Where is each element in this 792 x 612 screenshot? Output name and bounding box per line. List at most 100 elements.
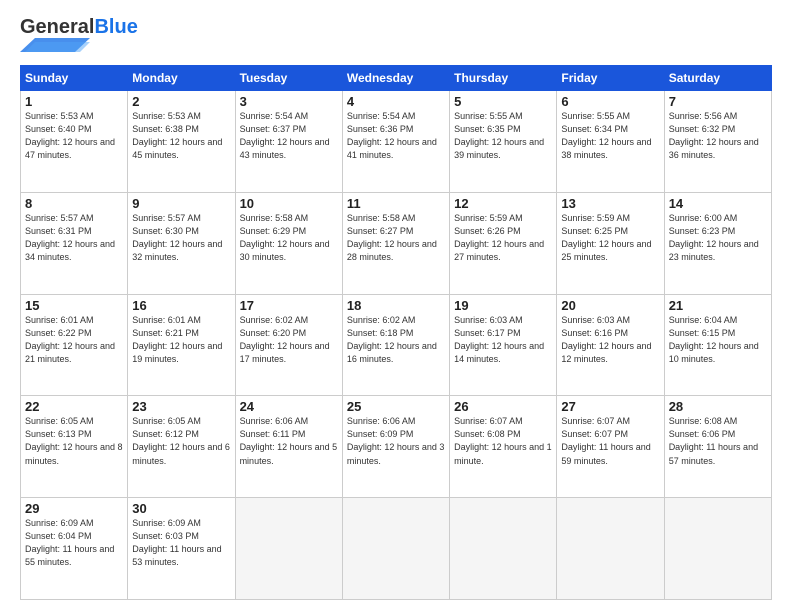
logo-icon <box>20 38 90 52</box>
calendar-cell: 27Sunrise: 6:07 AMSunset: 6:07 PMDayligh… <box>557 396 664 498</box>
day-number: 27 <box>561 399 659 414</box>
day-number: 11 <box>347 196 445 211</box>
day-info: Sunrise: 5:55 AMSunset: 6:35 PMDaylight:… <box>454 110 552 162</box>
calendar-cell <box>664 498 771 600</box>
calendar-cell: 22Sunrise: 6:05 AMSunset: 6:13 PMDayligh… <box>21 396 128 498</box>
day-number: 22 <box>25 399 123 414</box>
calendar-header-tuesday: Tuesday <box>235 66 342 91</box>
day-info: Sunrise: 6:03 AMSunset: 6:17 PMDaylight:… <box>454 314 552 366</box>
calendar-cell: 4Sunrise: 5:54 AMSunset: 6:36 PMDaylight… <box>342 91 449 193</box>
day-number: 10 <box>240 196 338 211</box>
day-info: Sunrise: 6:08 AMSunset: 6:06 PMDaylight:… <box>669 415 767 467</box>
calendar-cell <box>235 498 342 600</box>
day-info: Sunrise: 5:57 AMSunset: 6:30 PMDaylight:… <box>132 212 230 264</box>
day-number: 1 <box>25 94 123 109</box>
day-number: 9 <box>132 196 230 211</box>
day-info: Sunrise: 5:53 AMSunset: 6:38 PMDaylight:… <box>132 110 230 162</box>
calendar-cell <box>450 498 557 600</box>
header: GeneralBlue <box>20 16 772 57</box>
calendar-week-4: 22Sunrise: 6:05 AMSunset: 6:13 PMDayligh… <box>21 396 772 498</box>
day-number: 25 <box>347 399 445 414</box>
day-info: Sunrise: 6:02 AMSunset: 6:20 PMDaylight:… <box>240 314 338 366</box>
calendar-cell: 5Sunrise: 5:55 AMSunset: 6:35 PMDaylight… <box>450 91 557 193</box>
logo: GeneralBlue <box>20 16 138 57</box>
calendar-cell: 14Sunrise: 6:00 AMSunset: 6:23 PMDayligh… <box>664 192 771 294</box>
calendar-header-row: SundayMondayTuesdayWednesdayThursdayFrid… <box>21 66 772 91</box>
day-info: Sunrise: 5:57 AMSunset: 6:31 PMDaylight:… <box>25 212 123 264</box>
day-info: Sunrise: 6:06 AMSunset: 6:09 PMDaylight:… <box>347 415 445 467</box>
logo-text: GeneralBlue <box>20 16 138 38</box>
day-info: Sunrise: 6:07 AMSunset: 6:07 PMDaylight:… <box>561 415 659 467</box>
day-info: Sunrise: 5:54 AMSunset: 6:36 PMDaylight:… <box>347 110 445 162</box>
day-info: Sunrise: 6:06 AMSunset: 6:11 PMDaylight:… <box>240 415 338 467</box>
calendar-body: 1Sunrise: 5:53 AMSunset: 6:40 PMDaylight… <box>21 91 772 600</box>
calendar-header-monday: Monday <box>128 66 235 91</box>
calendar-cell: 2Sunrise: 5:53 AMSunset: 6:38 PMDaylight… <box>128 91 235 193</box>
day-number: 23 <box>132 399 230 414</box>
calendar-cell: 24Sunrise: 6:06 AMSunset: 6:11 PMDayligh… <box>235 396 342 498</box>
calendar-cell <box>557 498 664 600</box>
day-info: Sunrise: 6:01 AMSunset: 6:21 PMDaylight:… <box>132 314 230 366</box>
day-number: 4 <box>347 94 445 109</box>
logo-blue: Blue <box>94 16 137 38</box>
calendar-cell: 25Sunrise: 6:06 AMSunset: 6:09 PMDayligh… <box>342 396 449 498</box>
calendar-cell: 30Sunrise: 6:09 AMSunset: 6:03 PMDayligh… <box>128 498 235 600</box>
calendar-cell: 21Sunrise: 6:04 AMSunset: 6:15 PMDayligh… <box>664 294 771 396</box>
calendar-cell: 23Sunrise: 6:05 AMSunset: 6:12 PMDayligh… <box>128 396 235 498</box>
day-info: Sunrise: 5:58 AMSunset: 6:29 PMDaylight:… <box>240 212 338 264</box>
day-number: 21 <box>669 298 767 313</box>
calendar-cell: 9Sunrise: 5:57 AMSunset: 6:30 PMDaylight… <box>128 192 235 294</box>
calendar-cell: 13Sunrise: 5:59 AMSunset: 6:25 PMDayligh… <box>557 192 664 294</box>
day-info: Sunrise: 6:05 AMSunset: 6:12 PMDaylight:… <box>132 415 230 467</box>
calendar-cell: 10Sunrise: 5:58 AMSunset: 6:29 PMDayligh… <box>235 192 342 294</box>
day-number: 3 <box>240 94 338 109</box>
calendar-cell: 20Sunrise: 6:03 AMSunset: 6:16 PMDayligh… <box>557 294 664 396</box>
calendar-cell: 15Sunrise: 6:01 AMSunset: 6:22 PMDayligh… <box>21 294 128 396</box>
day-number: 7 <box>669 94 767 109</box>
day-info: Sunrise: 5:54 AMSunset: 6:37 PMDaylight:… <box>240 110 338 162</box>
day-number: 26 <box>454 399 552 414</box>
calendar-cell <box>342 498 449 600</box>
calendar-header-thursday: Thursday <box>450 66 557 91</box>
day-number: 24 <box>240 399 338 414</box>
day-number: 12 <box>454 196 552 211</box>
calendar-week-2: 8Sunrise: 5:57 AMSunset: 6:31 PMDaylight… <box>21 192 772 294</box>
day-number: 8 <box>25 196 123 211</box>
calendar-cell: 1Sunrise: 5:53 AMSunset: 6:40 PMDaylight… <box>21 91 128 193</box>
day-number: 15 <box>25 298 123 313</box>
day-number: 29 <box>25 501 123 516</box>
calendar-cell: 26Sunrise: 6:07 AMSunset: 6:08 PMDayligh… <box>450 396 557 498</box>
day-info: Sunrise: 6:05 AMSunset: 6:13 PMDaylight:… <box>25 415 123 467</box>
calendar-cell: 7Sunrise: 5:56 AMSunset: 6:32 PMDaylight… <box>664 91 771 193</box>
calendar-cell: 17Sunrise: 6:02 AMSunset: 6:20 PMDayligh… <box>235 294 342 396</box>
calendar-cell: 28Sunrise: 6:08 AMSunset: 6:06 PMDayligh… <box>664 396 771 498</box>
day-number: 5 <box>454 94 552 109</box>
calendar-cell: 16Sunrise: 6:01 AMSunset: 6:21 PMDayligh… <box>128 294 235 396</box>
day-number: 6 <box>561 94 659 109</box>
calendar-cell: 8Sunrise: 5:57 AMSunset: 6:31 PMDaylight… <box>21 192 128 294</box>
day-number: 2 <box>132 94 230 109</box>
day-info: Sunrise: 5:58 AMSunset: 6:27 PMDaylight:… <box>347 212 445 264</box>
calendar-week-3: 15Sunrise: 6:01 AMSunset: 6:22 PMDayligh… <box>21 294 772 396</box>
day-number: 13 <box>561 196 659 211</box>
day-info: Sunrise: 5:56 AMSunset: 6:32 PMDaylight:… <box>669 110 767 162</box>
day-info: Sunrise: 6:03 AMSunset: 6:16 PMDaylight:… <box>561 314 659 366</box>
day-info: Sunrise: 6:04 AMSunset: 6:15 PMDaylight:… <box>669 314 767 366</box>
calendar-header-friday: Friday <box>557 66 664 91</box>
day-info: Sunrise: 6:01 AMSunset: 6:22 PMDaylight:… <box>25 314 123 366</box>
day-info: Sunrise: 6:07 AMSunset: 6:08 PMDaylight:… <box>454 415 552 467</box>
day-number: 18 <box>347 298 445 313</box>
day-info: Sunrise: 6:00 AMSunset: 6:23 PMDaylight:… <box>669 212 767 264</box>
page: GeneralBlue SundayMondayTuesdayWednesday… <box>0 0 792 612</box>
day-info: Sunrise: 5:55 AMSunset: 6:34 PMDaylight:… <box>561 110 659 162</box>
calendar-cell: 12Sunrise: 5:59 AMSunset: 6:26 PMDayligh… <box>450 192 557 294</box>
calendar-cell: 18Sunrise: 6:02 AMSunset: 6:18 PMDayligh… <box>342 294 449 396</box>
day-info: Sunrise: 5:59 AMSunset: 6:26 PMDaylight:… <box>454 212 552 264</box>
calendar-cell: 3Sunrise: 5:54 AMSunset: 6:37 PMDaylight… <box>235 91 342 193</box>
calendar-cell: 11Sunrise: 5:58 AMSunset: 6:27 PMDayligh… <box>342 192 449 294</box>
day-number: 19 <box>454 298 552 313</box>
day-info: Sunrise: 6:02 AMSunset: 6:18 PMDaylight:… <box>347 314 445 366</box>
calendar-cell: 6Sunrise: 5:55 AMSunset: 6:34 PMDaylight… <box>557 91 664 193</box>
day-number: 17 <box>240 298 338 313</box>
calendar-header-saturday: Saturday <box>664 66 771 91</box>
